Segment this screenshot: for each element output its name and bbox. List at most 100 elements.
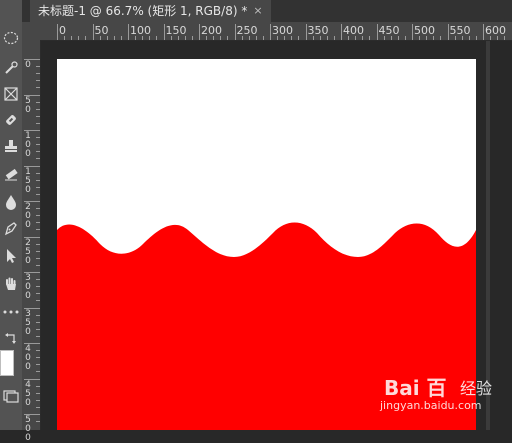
path-selection-tool-icon[interactable] bbox=[0, 244, 22, 268]
ruler-label: 0 bbox=[59, 24, 66, 37]
ruler-minor-tick bbox=[64, 36, 66, 40]
ruler-minor-tick bbox=[213, 36, 215, 40]
ruler-minor-tick bbox=[383, 36, 385, 40]
ruler-minor-tick bbox=[113, 36, 115, 40]
baidu-jingyan-watermark: Bai 百 经验 jingyan.baidu.com bbox=[380, 372, 494, 416]
ruler-minor-tick bbox=[36, 186, 40, 188]
hand-tool-icon[interactable] bbox=[0, 272, 22, 296]
foreground-color-swatch[interactable] bbox=[0, 350, 14, 376]
jingyan-brand: 经验 bbox=[460, 379, 493, 398]
frame-tool-icon[interactable] bbox=[0, 82, 22, 106]
ruler-minor-tick bbox=[106, 36, 108, 40]
clone-stamp-tool-icon[interactable] bbox=[0, 134, 22, 158]
ruler-minor-tick bbox=[36, 321, 40, 323]
ruler-minor-tick bbox=[348, 36, 350, 40]
ruler-minor-tick bbox=[36, 392, 40, 394]
ruler-label: 0 bbox=[25, 60, 31, 70]
ruler-major-tick bbox=[199, 24, 200, 40]
document-tab[interactable]: 未标题-1 @ 66.7% (矩形 1, RGB/8) * × bbox=[30, 0, 271, 22]
healing-brush-tool-icon[interactable] bbox=[0, 108, 22, 132]
ruler-label: 3 5 0 bbox=[25, 308, 31, 337]
ruler-minor-tick bbox=[36, 243, 40, 245]
ruler-minor-tick bbox=[177, 36, 179, 40]
ruler-label: 5 0 bbox=[25, 95, 31, 115]
ruler-major-tick bbox=[483, 24, 484, 40]
ruler-minor-tick bbox=[248, 36, 250, 40]
ruler-label: 550 bbox=[449, 24, 471, 37]
ruler-minor-tick bbox=[36, 222, 40, 224]
ruler-label: 2 5 0 bbox=[25, 237, 31, 266]
ruler-minor-tick bbox=[36, 87, 40, 89]
ruler-label: 350 bbox=[307, 24, 329, 37]
ruler-minor-tick bbox=[36, 399, 40, 401]
horizontal-ruler[interactable]: 0 50 100 150 200 250 300 350 400 450 500 550 600 bbox=[40, 22, 512, 41]
ruler-minor-tick bbox=[36, 137, 40, 139]
ruler-major-tick bbox=[305, 24, 307, 40]
ruler-label: 600 bbox=[485, 24, 506, 37]
ruler-label: 400 bbox=[343, 24, 364, 37]
ruler-minor-tick bbox=[433, 36, 435, 40]
ruler-minor-tick bbox=[36, 286, 40, 288]
swap-colors-icon[interactable] bbox=[0, 326, 22, 350]
ruler-minor-tick bbox=[36, 421, 40, 423]
ruler-minor-tick bbox=[36, 66, 40, 68]
ruler-minor-tick bbox=[36, 264, 40, 266]
ruler-label: 3 0 0 bbox=[25, 273, 31, 301]
ruler-minor-tick bbox=[397, 36, 399, 40]
vertical-ruler[interactable]: 0 5 0 1 0 0 1 5 0 2 0 0 2 5 0 3 0 0 3 5 0 4 0 0 4… bbox=[22, 40, 41, 443]
ruler-label: 300 bbox=[272, 24, 293, 37]
ruler-minor-tick bbox=[36, 158, 40, 160]
ruler-label: 500 bbox=[414, 24, 435, 37]
ruler-major-tick bbox=[128, 24, 129, 40]
screen-mode-icon[interactable] bbox=[0, 384, 22, 408]
ruler-minor-tick bbox=[362, 36, 364, 40]
ruler-minor-tick bbox=[36, 80, 40, 82]
ruler-major-tick bbox=[412, 24, 413, 40]
ruler-minor-tick bbox=[142, 36, 144, 40]
ruler-label: 450 bbox=[378, 24, 400, 37]
ruler-label: 50 bbox=[94, 24, 109, 37]
ruler-minor-tick bbox=[36, 257, 40, 259]
ruler-minor-tick bbox=[504, 36, 506, 40]
ruler-minor-tick bbox=[36, 406, 40, 408]
ruler-minor-tick bbox=[36, 293, 40, 295]
document-tab-bar: 未标题-1 @ 66.7% (矩形 1, RGB/8) * × bbox=[22, 0, 512, 22]
ruler-minor-tick bbox=[220, 36, 222, 40]
quick-selection-tool-icon[interactable] bbox=[0, 56, 22, 80]
ruler-minor-tick bbox=[36, 385, 40, 387]
ruler-minor-tick bbox=[262, 36, 264, 40]
marquee-tool-icon[interactable] bbox=[0, 26, 22, 50]
ruler-minor-tick bbox=[170, 36, 172, 40]
ruler-minor-tick bbox=[227, 36, 229, 40]
ruler-minor-tick bbox=[149, 36, 151, 40]
ruler-minor-tick bbox=[36, 101, 40, 103]
ruler-minor-tick bbox=[36, 350, 40, 352]
ruler-minor-tick bbox=[36, 328, 40, 330]
ruler-minor-tick bbox=[497, 36, 499, 40]
ruler-origin[interactable] bbox=[22, 22, 40, 40]
ruler-minor-tick bbox=[36, 229, 40, 231]
ruler-minor-tick bbox=[36, 151, 40, 153]
ruler-minor-tick bbox=[156, 36, 158, 40]
ruler-minor-tick bbox=[440, 36, 442, 40]
ruler-label: 150 bbox=[165, 24, 187, 37]
ruler-minor-tick bbox=[36, 357, 40, 359]
ruler-minor-tick bbox=[36, 371, 40, 373]
pen-tool-icon[interactable] bbox=[0, 216, 22, 240]
close-tab-icon[interactable]: × bbox=[253, 0, 262, 22]
ruler-minor-tick bbox=[36, 250, 40, 252]
ruler-minor-tick bbox=[277, 36, 279, 40]
eraser-tool-icon[interactable] bbox=[0, 162, 22, 186]
ruler-minor-tick bbox=[454, 36, 456, 40]
ruler-minor-tick bbox=[369, 36, 371, 40]
blur-tool-icon[interactable] bbox=[0, 190, 22, 214]
ruler-minor-tick bbox=[475, 36, 477, 40]
more-tools-icon[interactable] bbox=[0, 300, 22, 324]
ruler-minor-tick bbox=[36, 122, 40, 124]
ruler-minor-tick bbox=[99, 36, 101, 40]
ruler-major-tick bbox=[376, 24, 378, 40]
ruler-minor-tick bbox=[36, 314, 40, 316]
ruler-minor-tick bbox=[355, 36, 357, 40]
ruler-minor-tick bbox=[298, 36, 300, 40]
ruler-minor-tick bbox=[184, 36, 186, 40]
